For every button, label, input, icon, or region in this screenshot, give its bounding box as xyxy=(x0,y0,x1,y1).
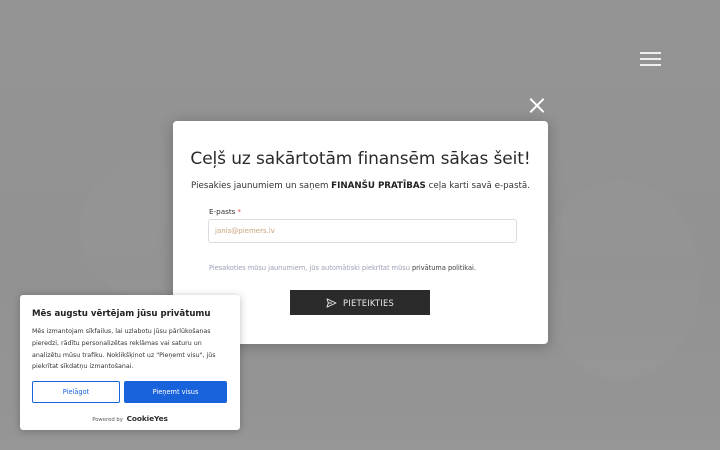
subtitle-prefix: Piesakies jaunumiem un saņem xyxy=(191,181,332,191)
subtitle-bold: FINANŠU PRATĪBAS xyxy=(331,181,426,191)
close-icon[interactable] xyxy=(528,97,546,115)
subscribe-button[interactable]: PIETEIKTIES xyxy=(290,290,430,315)
subtitle-suffix: ceļa karti savā e-pastā. xyxy=(425,181,530,191)
subscribe-button-label: PIETEIKTIES xyxy=(343,297,394,308)
cookie-description: Mēs izmantojam sīkfailus, lai uzlabotu j… xyxy=(32,328,216,371)
powered-by[interactable]: Powered by CookieYes xyxy=(20,414,240,423)
send-icon xyxy=(326,297,337,308)
privacy-note: Piesakoties mūsu jaunumiem, jūs automāti… xyxy=(209,264,476,272)
cookie-consent-banner: Mēs augstu vērtējam jūsu privātumu Mēs i… xyxy=(20,295,240,430)
email-label-text: E-pasts xyxy=(209,207,236,216)
email-label: E-pasts * xyxy=(209,207,241,216)
privacy-policy-link[interactable]: privātuma politikai. xyxy=(412,264,476,272)
email-field[interactable] xyxy=(208,219,517,243)
modal-title: Ceļš uz sakārtotām finansēm sākas šeit! xyxy=(190,149,531,169)
cookie-title: Mēs augstu vērtējam jūsu privātumu xyxy=(32,309,211,319)
hamburger-menu-icon[interactable] xyxy=(640,52,661,66)
privacy-note-text: Piesakoties mūsu jaunumiem, jūs automāti… xyxy=(209,264,412,272)
accept-all-button[interactable]: Pieņemt visus xyxy=(124,381,227,403)
cookieyes-logo: CookieYes xyxy=(126,414,168,423)
required-mark: * xyxy=(237,207,242,216)
customize-button[interactable]: Pielāgot xyxy=(32,381,120,403)
powered-by-text: Powered by xyxy=(92,417,123,423)
modal-subtitle: Piesakies jaunumiem un saņem FINANŠU PRA… xyxy=(173,181,548,191)
